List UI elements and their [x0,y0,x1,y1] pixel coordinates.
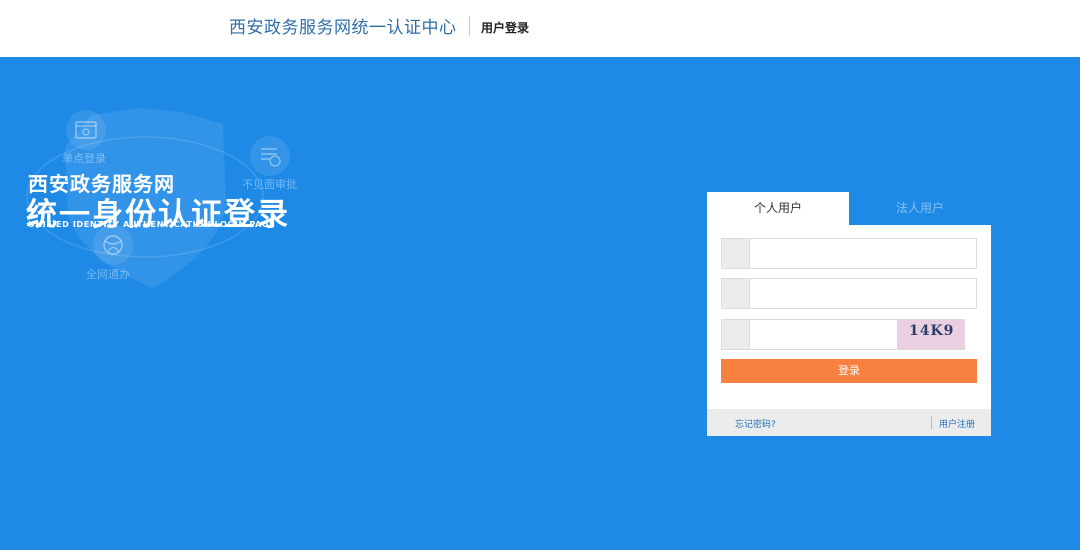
feature-label-network-service: 全网通办 [86,268,130,281]
tab-personal-user[interactable]: 个人用户 [707,192,849,225]
page-subtitle: 用户登录 [481,21,530,35]
hero-banner: 单点登录 不见面审批 全网通办 西安政务服务网 统一身份认证登录 UNIFIED… [20,102,340,302]
login-panel: 个人用户 法人用户 14K9 登录 忘记密码? 用户注册 [707,192,991,436]
title-divider [469,16,470,36]
shield-icon [722,320,750,349]
main-area: 单点登录 不见面审批 全网通办 西安政务服务网 统一身份认证登录 UNIFIED… [0,57,1080,550]
forgot-password-link[interactable]: 忘记密码? [735,417,776,430]
username-input[interactable] [751,239,976,268]
captcha-input[interactable] [751,320,897,349]
footer-divider [931,416,932,429]
lock-icon [722,279,750,308]
password-input[interactable] [751,279,976,308]
user-icon [722,239,750,268]
register-link[interactable]: 用户注册 [939,417,975,430]
captcha-field: 14K9 [721,319,965,350]
login-footer: 忘记密码? 用户注册 [707,409,991,436]
tab-corporate-user[interactable]: 法人用户 [849,192,991,225]
hero-subtitle-en: UNIFIED IDENTITY AUTHENTICATION LOGIN PA… [28,219,276,229]
site-title[interactable]: 西安政务服务网统一认证中心 [229,13,457,38]
username-field [721,238,977,269]
login-tabs: 个人用户 法人用户 [707,192,991,225]
captcha-image[interactable]: 14K9 [897,320,965,349]
login-button[interactable]: 登录 [721,359,977,383]
browser-icon [66,110,106,150]
top-header: 西安政务服务网统一认证中心 用户登录 [0,0,1080,57]
checklist-icon [250,136,290,176]
captcha-code: 14K9 [909,323,955,339]
password-field [721,278,977,309]
feature-label-sso: 单点登录 [62,152,106,165]
